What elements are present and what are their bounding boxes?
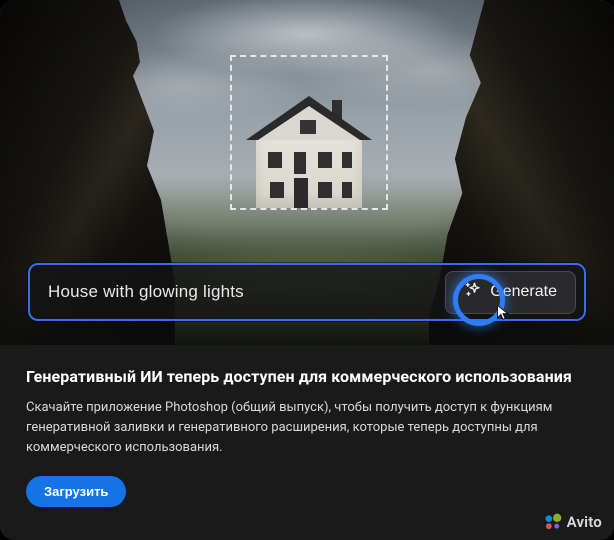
info-panel: Генеративный ИИ теперь доступен для комм… [0, 345, 614, 540]
download-button[interactable]: Загрузить [26, 476, 126, 507]
generative-prompt-bar: Generate [28, 263, 586, 321]
hero-image: Generate [0, 0, 614, 345]
info-body: Скачайте приложение Photoshop (общий вып… [26, 398, 586, 458]
sparkle-icon [464, 281, 482, 304]
prompt-input[interactable] [48, 282, 433, 302]
generate-button[interactable]: Generate [445, 271, 576, 314]
promo-card: Generate Генеративный ИИ теперь доступен… [0, 0, 614, 540]
avito-logo-icon [543, 512, 563, 532]
watermark-text: Avito [567, 513, 602, 531]
generate-button-label: Generate [490, 283, 557, 301]
watermark: Avito [543, 512, 602, 532]
info-headline: Генеративный ИИ теперь доступен для комм… [26, 367, 588, 386]
